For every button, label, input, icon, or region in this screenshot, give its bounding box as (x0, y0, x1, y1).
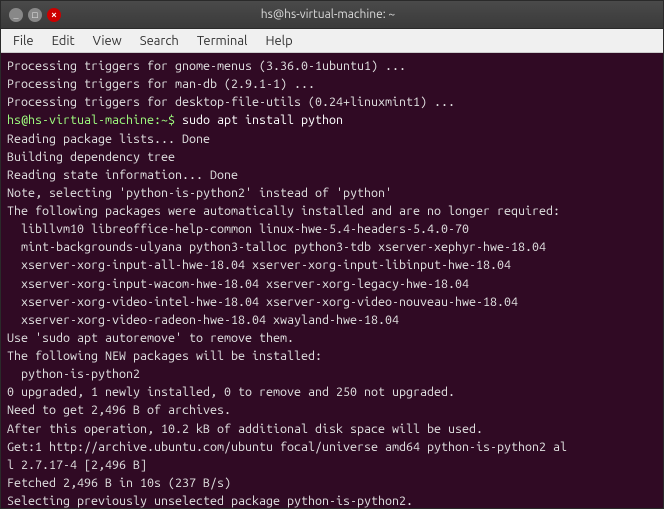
titlebar: _ □ × hs@hs-virtual-machine: ~ (1, 1, 663, 29)
terminal-line: libllvm10 libreoffice-help-common linux-… (7, 220, 657, 238)
menu-search[interactable]: Search (132, 32, 187, 50)
menu-edit[interactable]: Edit (44, 32, 83, 50)
terminal-line: hs@hs-virtual-machine:~$ sudo apt instal… (7, 111, 657, 129)
terminal-line: xserver-xorg-input-wacom-hwe-18.04 xserv… (7, 275, 657, 293)
terminal-line: The following packages were automaticall… (7, 202, 657, 220)
terminal-line: xserver-xorg-video-intel-hwe-18.04 xserv… (7, 293, 657, 311)
terminal-window: _ □ × hs@hs-virtual-machine: ~ File Edit… (0, 0, 664, 509)
terminal-line: python-is-python2 (7, 365, 657, 383)
minimize-button[interactable]: _ (9, 8, 23, 22)
window-controls: _ □ × (9, 8, 61, 22)
terminal-line: Selecting previously unselected package … (7, 492, 657, 508)
menu-terminal[interactable]: Terminal (189, 32, 256, 50)
terminal-line: 0 upgraded, 1 newly installed, 0 to remo… (7, 383, 657, 401)
terminal-line: Fetched 2,496 B in 10s (237 B/s) (7, 474, 657, 492)
terminal-line: Use 'sudo apt autoremove' to remove them… (7, 329, 657, 347)
close-button[interactable]: × (47, 8, 61, 22)
terminal-output[interactable]: Processing triggers for gnome-menus (3.3… (1, 53, 663, 508)
terminal-line: Processing triggers for man-db (2.9.1-1)… (7, 75, 657, 93)
terminal-line: Building dependency tree (7, 148, 657, 166)
terminal-line: xserver-xorg-video-radeon-hwe-18.04 xway… (7, 311, 657, 329)
terminal-line: xserver-xorg-input-all-hwe-18.04 xserver… (7, 256, 657, 274)
terminal-line: Get:1 http://archive.ubuntu.com/ubuntu f… (7, 438, 657, 456)
maximize-button[interactable]: □ (28, 8, 42, 22)
terminal-line: The following NEW packages will be insta… (7, 347, 657, 365)
menubar: File Edit View Search Terminal Help (1, 29, 663, 53)
terminal-line: Need to get 2,496 B of archives. (7, 401, 657, 419)
terminal-line: mint-backgrounds-ulyana python3-talloc p… (7, 238, 657, 256)
terminal-line: Reading package lists... Done (7, 130, 657, 148)
terminal-line: l 2.7.17-4 [2,496 B] (7, 456, 657, 474)
menu-help[interactable]: Help (257, 32, 300, 50)
terminal-line: Processing triggers for gnome-menus (3.3… (7, 57, 657, 75)
terminal-line: Processing triggers for desktop-file-uti… (7, 93, 657, 111)
menu-file[interactable]: File (5, 32, 42, 50)
terminal-line: Reading state information... Done (7, 166, 657, 184)
terminal-line: After this operation, 10.2 kB of additio… (7, 420, 657, 438)
menu-view[interactable]: View (85, 32, 130, 50)
terminal-line: Note, selecting 'python-is-python2' inst… (7, 184, 657, 202)
window-title: hs@hs-virtual-machine: ~ (61, 8, 595, 21)
